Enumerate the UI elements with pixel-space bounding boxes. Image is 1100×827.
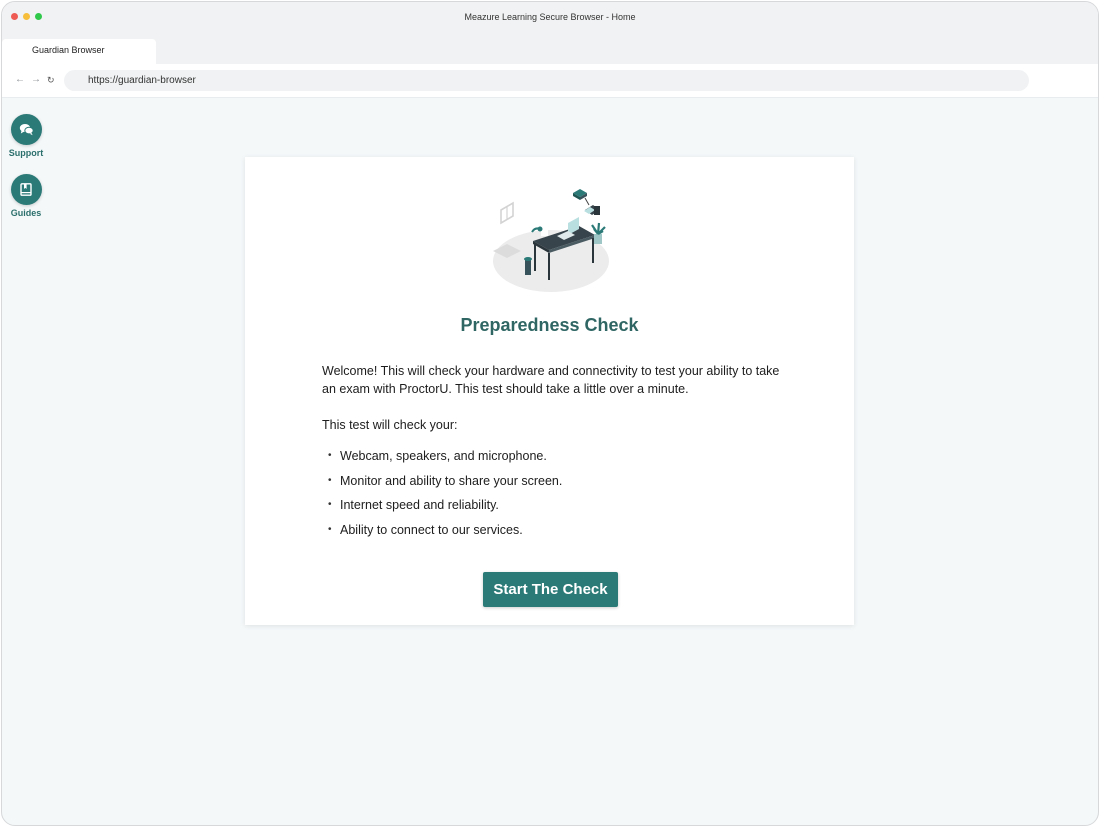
bullet-icon: • (328, 523, 332, 535)
bullet-icon: • (328, 499, 332, 510)
guides-label: Guides (10, 208, 42, 218)
list-item: • Monitor and ability to share your scre… (322, 471, 562, 496)
page-title: Preparedness Check (460, 315, 639, 335)
list-item-text: Ability to connect to our services. (340, 522, 523, 537)
list-item: • Webcam, speakers, and microphone. (322, 446, 562, 471)
list-item-text: Internet speed and reliability. (340, 498, 499, 512)
list-item-text: Webcam, speakers, and microphone. (340, 449, 547, 463)
browser-window: Meazure Learning Secure Browser - Home G… (1, 1, 1099, 826)
guides-circle[interactable] (10, 174, 42, 205)
bullet-icon: • (328, 474, 332, 486)
window-title: Meazure Learning Secure Browser - Home (464, 12, 636, 22)
book-icon (20, 183, 32, 196)
arrow-left-icon: ← (15, 74, 25, 85)
support-circle[interactable] (10, 114, 42, 145)
intro-text: Welcome! This will check your hardware a… (322, 364, 780, 396)
url-input[interactable]: https://guardian-browser (64, 70, 1029, 91)
bullet-icon: • (328, 450, 332, 461)
preparedness-card: Preparedness Check Welcome! This will ch… (245, 157, 854, 625)
check-list: • Webcam, speakers, and microphone. • Mo… (322, 446, 562, 544)
tab-guardian-browser[interactable]: Guardian Browser (2, 39, 156, 64)
back-button[interactable]: ← (15, 74, 25, 86)
reload-icon: ↻ (47, 75, 55, 85)
reload-button[interactable]: ↻ (47, 74, 55, 86)
check-heading: This test will check your: (322, 418, 458, 432)
desk-illustration (493, 189, 609, 292)
guides-button[interactable]: Guides (2, 174, 50, 218)
list-item: • Internet speed and reliability. (322, 495, 562, 520)
start-check-button[interactable]: Start The Check (483, 572, 618, 607)
support-label: Support (8, 148, 44, 158)
forward-button[interactable]: → (31, 74, 41, 86)
chat-bubbles-icon (19, 124, 34, 136)
title-bar: Meazure Learning Secure Browser - Home G… (2, 2, 1098, 64)
list-item-text: Monitor and ability to share your screen… (340, 473, 563, 488)
arrow-right-icon: → (31, 74, 41, 85)
support-button[interactable]: Support (2, 114, 50, 158)
address-bar: ← → ↻ https://guardian-browser (2, 64, 1098, 98)
list-item: • Ability to connect to our services. (322, 520, 562, 545)
